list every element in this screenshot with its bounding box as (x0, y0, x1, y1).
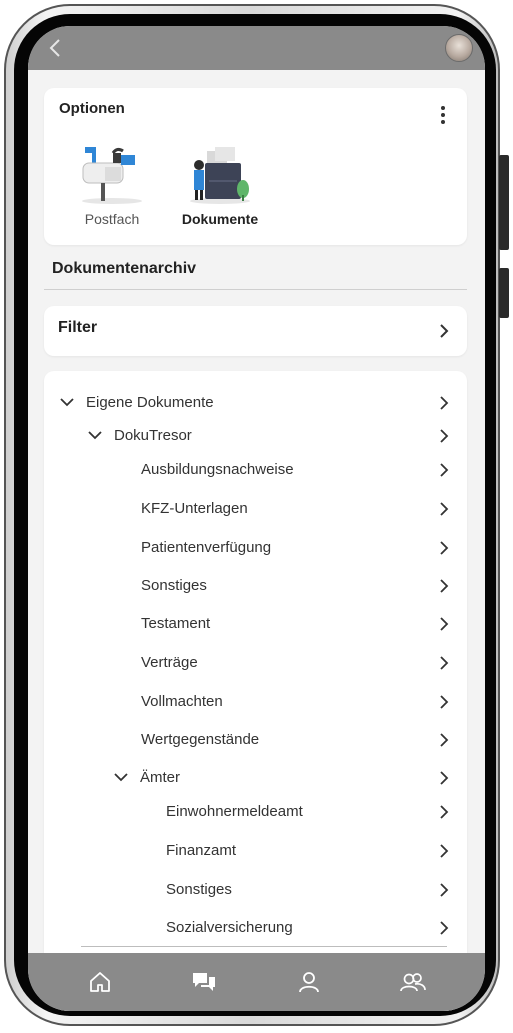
documents-icon (190, 147, 250, 204)
option-dokumente-label: Dokumente (181, 211, 259, 227)
chevron-down-icon[interactable] (60, 397, 74, 407)
tree-item[interactable]: Verträge (44, 646, 467, 680)
option-dokumente[interactable]: Dokumente (180, 143, 260, 233)
tree-item-label: DokuTresor (114, 427, 192, 444)
archive-title: Dokumentenarchiv (52, 260, 197, 277)
tree-divider (81, 946, 447, 947)
chevron-right-icon (440, 733, 449, 747)
side-button-power (499, 268, 509, 318)
tree-item[interactable]: Sonstiges (44, 873, 467, 907)
section-divider (44, 289, 467, 290)
tree-item[interactable]: Vollmachten (44, 685, 467, 719)
tree-item-label: Wertgegenstände (141, 731, 260, 748)
filter-row[interactable]: Filter (44, 306, 467, 356)
mailbox-icon (82, 147, 142, 204)
tree-item-label: Sonstiges (141, 577, 207, 594)
chevron-right-icon (440, 805, 449, 819)
avatar[interactable] (445, 34, 473, 62)
tree-item[interactable]: KFZ-Unterlagen (44, 492, 467, 526)
tree-item-label: Einwohnermeldeamt (166, 803, 303, 820)
tree-item[interactable]: DokuTresor (44, 419, 467, 453)
tree-item-label: Finanzamt (166, 842, 237, 859)
bottom-nav (28, 953, 485, 1011)
chevron-down-icon[interactable] (88, 430, 102, 440)
app-screen: Optionen Postfach Dokumente Dokumentenar… (28, 26, 485, 1011)
user-icon (298, 972, 319, 993)
tree-item-label: Ausbildungsnachweise (141, 461, 294, 478)
chevron-right-icon (440, 771, 449, 785)
options-title: Optionen (59, 100, 125, 117)
tree-item[interactable]: Sozialversicherung (44, 911, 467, 945)
nav-profile[interactable] (287, 962, 331, 1002)
more-options-icon[interactable] (437, 106, 449, 128)
tree-item[interactable]: Eigene Dokumente (44, 386, 467, 420)
side-button-volume (499, 155, 509, 250)
tree-item[interactable]: Ausbildungsnachweise (44, 453, 467, 487)
tree-item-label: Eigene Dokumente (86, 394, 214, 411)
chevron-right-icon (440, 844, 449, 858)
chevron-right-icon (440, 463, 449, 477)
chevron-right-icon (440, 396, 449, 410)
users-icon (400, 973, 426, 992)
chevron-right-icon (440, 921, 449, 935)
chevron-right-icon (440, 656, 449, 670)
chevron-right-icon (440, 883, 449, 897)
tree-item[interactable]: Ämter (44, 761, 467, 795)
chevron-down-icon[interactable] (114, 772, 128, 782)
filter-label: Filter (58, 319, 98, 336)
chevron-right-icon (440, 324, 449, 338)
tree-item-label: KFZ-Unterlagen (141, 500, 248, 517)
top-bar (28, 26, 485, 70)
home-icon (90, 972, 111, 992)
tree-item[interactable]: Finanzamt (44, 834, 467, 868)
tree-item-label: Sonstiges (166, 881, 232, 898)
chevron-right-icon (440, 541, 449, 555)
tree-item-label: Vollmachten (141, 693, 223, 710)
tree-item[interactable]: Patientenverfügung (44, 531, 467, 565)
tree-item-label: Patientenverfügung (141, 539, 272, 556)
tree-item[interactable]: Einwohnermeldeamt (44, 795, 467, 829)
chevron-right-icon (440, 617, 449, 631)
nav-contacts[interactable] (391, 962, 435, 1002)
nav-home[interactable] (78, 962, 122, 1002)
chevron-right-icon (440, 429, 449, 443)
nav-chat[interactable] (182, 962, 226, 1002)
chevron-left-icon (49, 39, 60, 57)
options-card: Optionen Postfach Dokumente (44, 88, 467, 245)
option-postfach-label: Postfach (84, 211, 140, 227)
tree-item-label: Ämter (140, 769, 181, 786)
chevron-right-icon (440, 579, 449, 593)
back-button[interactable] (42, 34, 68, 62)
tree-item[interactable]: Testament (44, 607, 467, 641)
tree-item[interactable]: Wertgegenstände (44, 723, 467, 757)
option-postfach[interactable]: Postfach (72, 143, 152, 233)
chevron-right-icon (440, 695, 449, 709)
tree-item-label: Verträge (141, 654, 198, 671)
tree-item-label: Sozialversicherung (166, 919, 293, 936)
chevron-right-icon (440, 502, 449, 516)
document-tree: Eigene Dokumente DokuTresor Ausbildungsn… (44, 371, 467, 1011)
tree-item-label: Testament (141, 615, 211, 632)
tree-item[interactable]: Sonstiges (44, 569, 467, 603)
chat-icon (193, 973, 216, 991)
